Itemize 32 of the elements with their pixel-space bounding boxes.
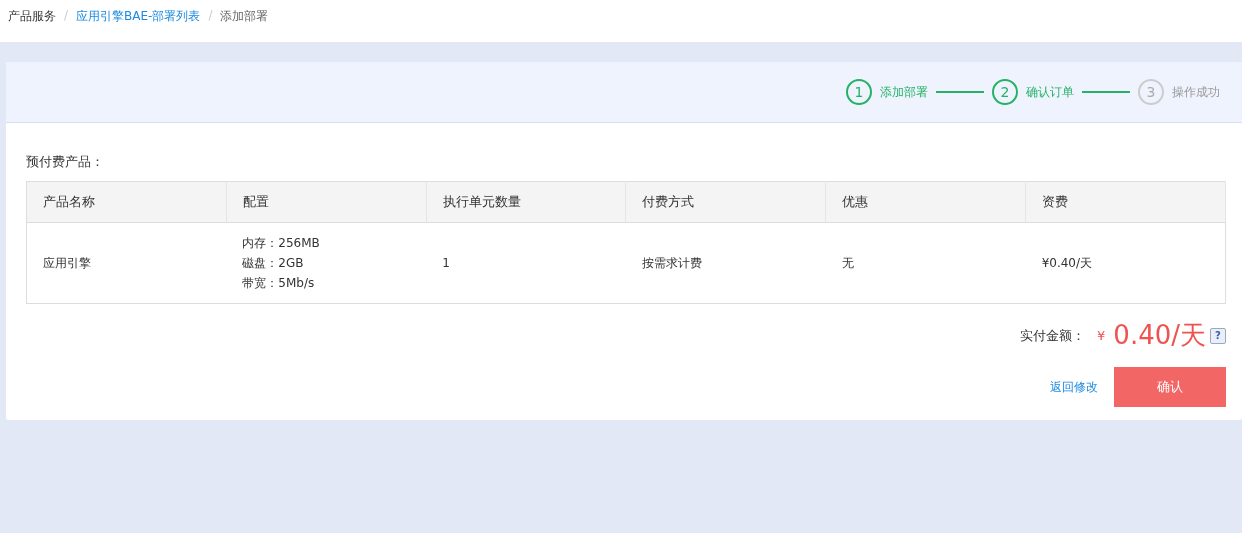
currency-sign: ¥ [1097,328,1106,343]
back-link[interactable]: 返回修改 [1050,378,1098,396]
column-header: 执行单元数量 [426,181,626,223]
breadcrumb-item[interactable]: 应用引擎BAE-部署列表 [76,8,201,25]
step-label: 确认订单 [1026,83,1074,101]
column-header: 配置 [226,181,427,223]
total-amount: 0.40/天 [1113,319,1206,352]
step-number: 1 [846,79,872,105]
config-line: 内存：256MB [242,235,321,252]
breadcrumb-separator: / [64,8,69,22]
breadcrumb-separator: / [208,8,213,22]
config-line: 磁盘：2GB [242,255,305,272]
config-line: 带宽：5Mb/s [242,275,316,292]
confirm-button[interactable]: 确认 [1114,367,1226,407]
table-cell: 应用引擎 [43,256,91,270]
table-cell: ¥0.40/天 [1041,256,1093,270]
column-header: 资费 [1025,181,1226,223]
column-header: 产品名称 [26,181,227,223]
step-label: 操作成功 [1172,83,1220,101]
table-cell: 无 [841,256,854,270]
total-label: 实付金额： [1020,326,1086,345]
step-label: 添加部署 [880,83,928,101]
help-icon[interactable]: ? [1210,327,1226,344]
table-cell: 按需求计费 [642,256,702,270]
step-number: 2 [992,79,1018,105]
section-title: 预付费产品： [26,153,105,171]
column-header: 优惠 [825,181,1026,223]
breadcrumb-item[interactable]: 产品服务 [8,8,56,25]
column-header: 付费方式 [626,181,826,223]
table-cell: 1 [442,256,450,270]
step-number: 3 [1138,79,1164,105]
breadcrumb-item[interactable]: 添加部署 [220,8,269,25]
